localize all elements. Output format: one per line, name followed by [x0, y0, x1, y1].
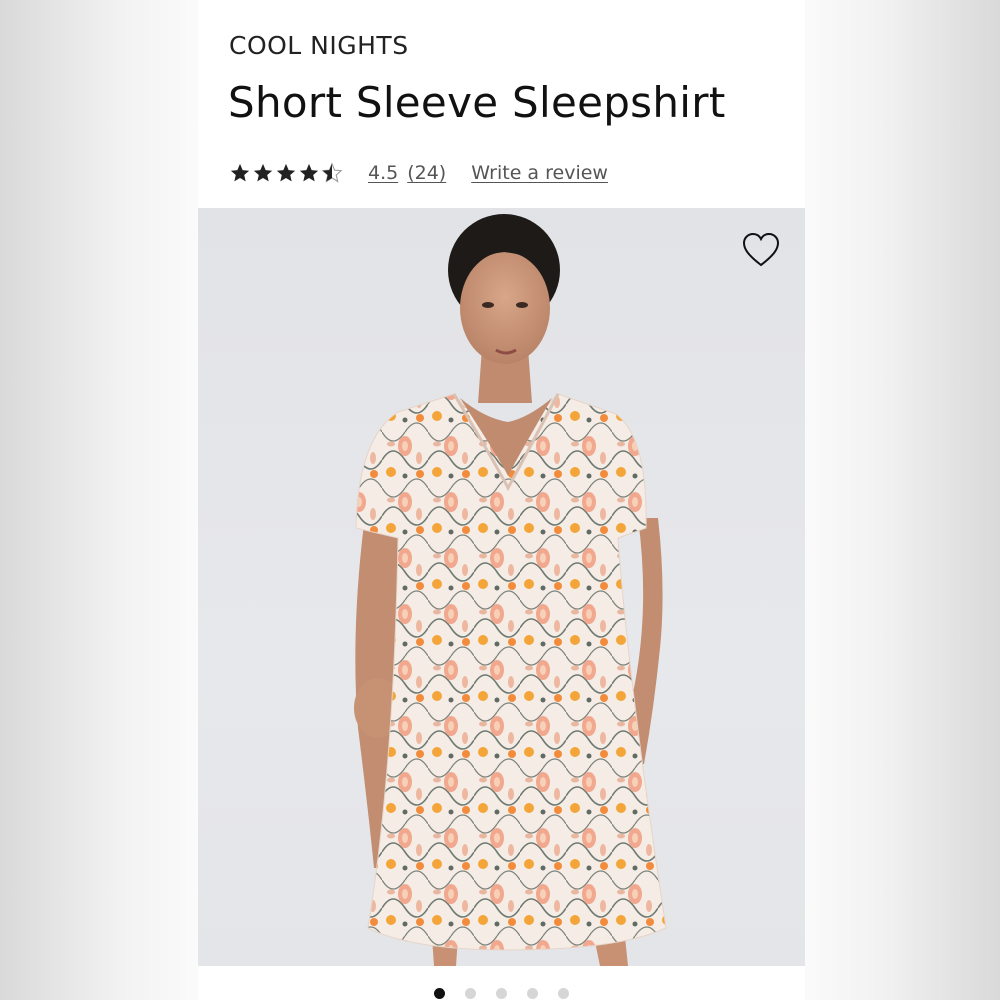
star-icon — [276, 163, 296, 182]
product-image[interactable] — [198, 208, 805, 966]
star-icon — [253, 163, 273, 182]
star-rating[interactable] — [229, 162, 343, 184]
carousel-dot[interactable] — [527, 988, 538, 999]
favorite-button[interactable] — [741, 230, 781, 270]
carousel-dot[interactable] — [434, 988, 445, 999]
rating-count-link[interactable]: (24) — [407, 162, 446, 184]
carousel-dot[interactable] — [465, 988, 476, 999]
carousel-pagination — [198, 988, 805, 1000]
rating-value-link[interactable]: 4.5 — [368, 162, 398, 184]
product-card: COOL NIGHTS Short Sleeve Sleepshirt 4.5 … — [198, 0, 805, 1000]
carousel-dot[interactable] — [496, 988, 507, 999]
rating-row: 4.5 (24) Write a review — [229, 158, 608, 188]
star-icon — [299, 163, 319, 182]
carousel-dot[interactable] — [558, 988, 569, 999]
product-title: Short Sleeve Sleepshirt — [228, 78, 726, 127]
star-icon — [230, 163, 250, 182]
half-star-icon — [321, 162, 343, 183]
product-brand[interactable]: COOL NIGHTS — [229, 31, 409, 60]
write-review-link[interactable]: Write a review — [471, 162, 608, 184]
heart-outline-icon — [742, 232, 780, 267]
model-photo — [354, 214, 667, 966]
